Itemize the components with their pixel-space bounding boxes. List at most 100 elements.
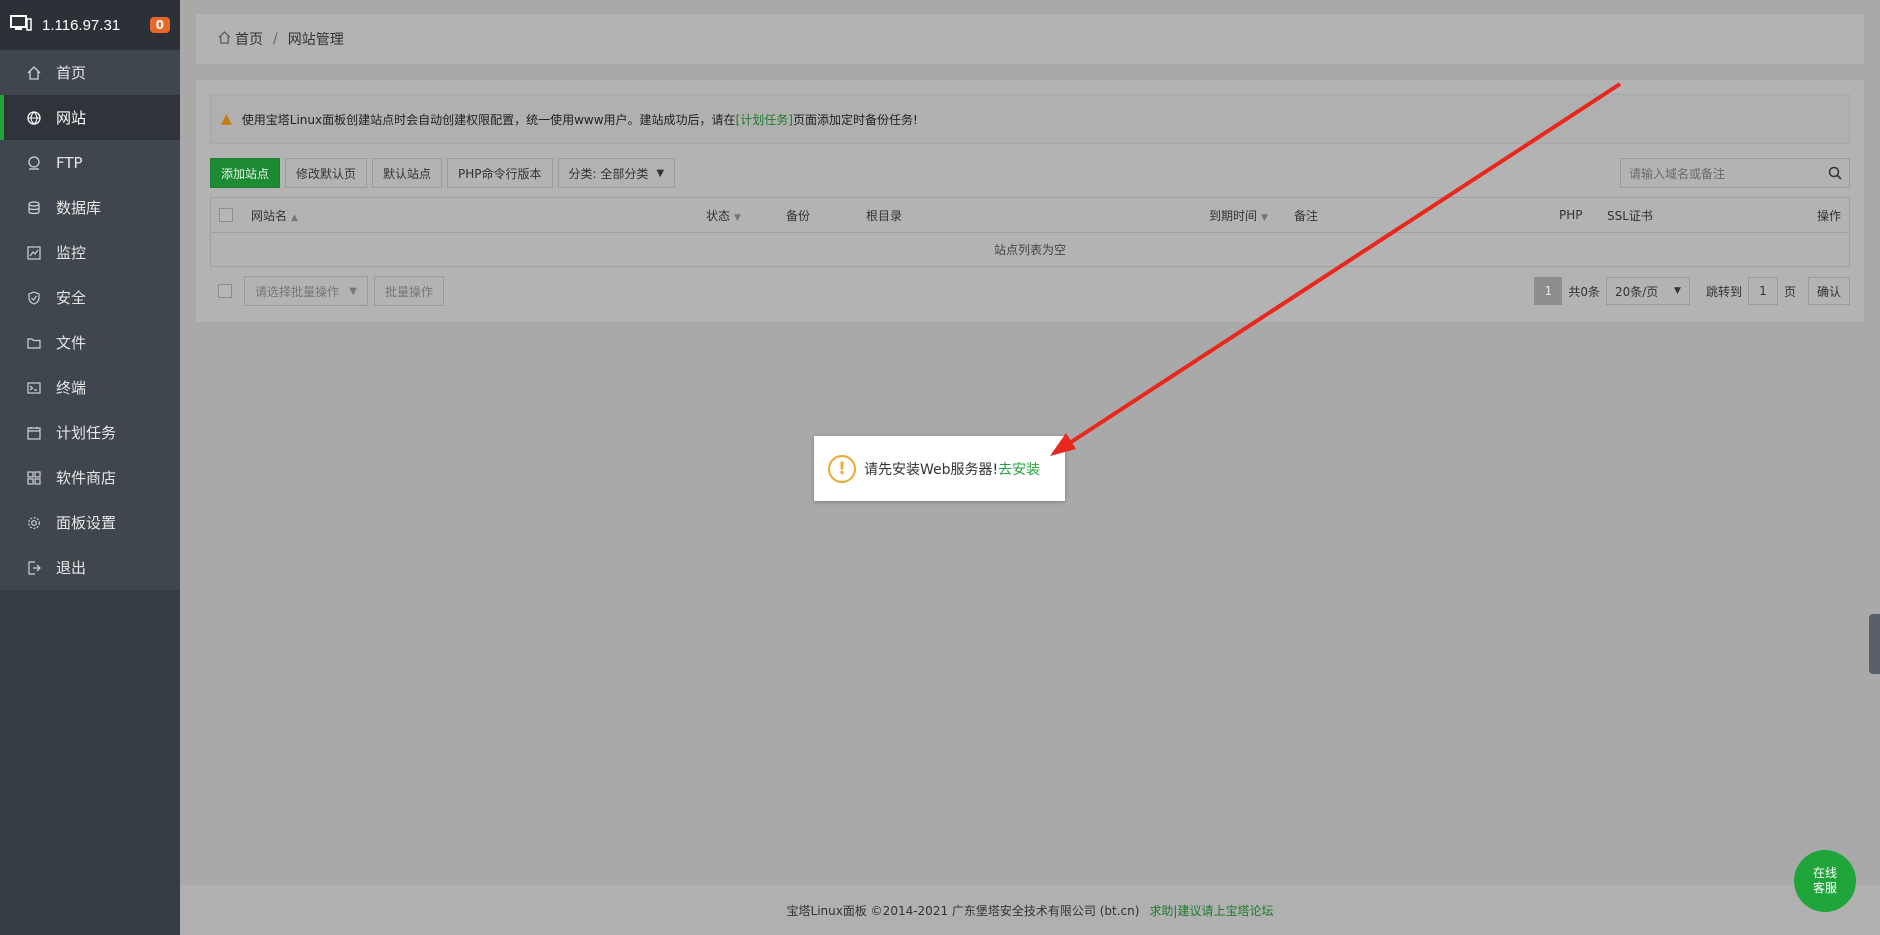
online-support-button[interactable]: 在线 客服 [1794,850,1856,912]
copyright-text: 宝塔Linux面板 ©2014-2021 广东堡塔安全技术有限公司 (bt.cn… [786,903,1140,918]
col-action: 操作 [1816,208,1841,223]
jump-page-input[interactable]: 1 [1747,277,1778,305]
gear-icon [26,515,42,531]
terminal-icon [26,380,42,396]
batch-action-button[interactable]: 批量操作 [374,276,445,306]
toast-message: 请先安装Web服务器! [864,461,999,478]
nav-item-ftp[interactable]: FTP [0,140,180,185]
nav-item-terminal[interactable]: 终端 [0,365,180,410]
breadcrumb: 首页 / 网站管理 [196,14,1864,64]
caret-down-icon: ▼ [1674,286,1681,296]
nav-item-app-store[interactable]: 软件商店 [0,455,180,500]
col-status[interactable]: 状态 ▼ [706,207,741,224]
notice-text: 使用宝塔Linux面板创建站点时会自动创建权限配置，统一使用www用户。建站成功… [241,112,736,127]
nav-item-monitor[interactable]: 监控 [0,230,180,275]
nav-item-panel-settings[interactable]: 面板设置 [0,500,180,545]
notice-bar: ▲ 使用宝塔Linux面板创建站点时会自动创建权限配置，统一使用www用户。建站… [210,94,1850,144]
nav-item-label: 终端 [56,379,87,397]
side-drawer-handle[interactable] [1869,614,1880,674]
nav-item-label: 首页 [56,64,87,82]
server-ip: 1.116.97.31 [42,16,121,34]
install-web-server-toast: ! 请先安装Web服务器! 去安装 [814,436,1065,501]
pagination: 1 共0条 20条/页 ▼ 跳转到 1 页 确认 [1534,276,1850,306]
nav-item-label: 监控 [56,244,87,262]
nav-item-label: 面板设置 [56,514,117,532]
page-current[interactable]: 1 [1534,277,1563,305]
nav-item-security[interactable]: 安全 [0,275,180,320]
folder-icon [26,335,42,351]
monitor-icon [26,245,42,261]
sort-icon: ▼ [1261,212,1268,223]
nav-item-logout[interactable]: 退出 [0,545,180,590]
nav-item-label: FTP [56,153,83,172]
database-icon [26,200,42,216]
table-footer: 请选择批量操作 ▼ 批量操作 1 共0条 20条/页 ▼ 跳转到 1 页 确认 [210,276,1850,306]
php-cli-version-button[interactable]: PHP命令行版本 [447,158,553,188]
category-select-value: 分类: 全部分类 [568,166,649,181]
ftp-icon [26,155,42,171]
col-name[interactable]: 网站名 ▲ [251,207,298,224]
col-remark: 备注 [1294,208,1319,223]
chat-label-line2: 客服 [1812,881,1837,895]
table-header: 网站名 ▲ 状态 ▼ 备份 根目录 到期时间 ▼ 备注 PHP SSL证书 操作 [211,198,1849,233]
select-all-checkbox[interactable] [219,208,233,222]
calendar-icon [26,425,42,441]
nav-item-label: 软件商店 [56,469,117,487]
sidebar: 1.116.97.31 0 首页 网站 FTP 数据库 监控 安全 文件 终端 … [0,0,180,935]
per-page-select[interactable]: 20条/页 ▼ [1605,277,1690,305]
forum-link[interactable]: 求助|建议请上宝塔论坛 [1149,902,1273,919]
add-site-button[interactable]: 添加站点 [210,158,281,188]
site-panel: ▲ 使用宝塔Linux面板创建站点时会自动创建权限配置，统一使用www用户。建站… [196,80,1864,322]
nav-item-website[interactable]: 网站 [0,95,180,140]
exclamation-icon: ! [828,454,856,483]
col-php: PHP [1559,208,1583,222]
batch-select-checkbox[interactable] [218,284,232,298]
col-expire-label: 到期时间 [1209,208,1258,223]
nav-item-label: 计划任务 [56,424,117,442]
batch-select-placeholder: 请选择批量操作 [255,284,340,299]
col-expire[interactable]: 到期时间 ▼ [1209,207,1268,224]
nav-item-home[interactable]: 首页 [0,50,180,95]
modify-default-page-button[interactable]: 修改默认页 [285,158,368,188]
breadcrumb-current: 网站管理 [287,32,344,48]
page-footer: 宝塔Linux面板 ©2014-2021 广东堡塔安全技术有限公司 (bt.cn… [180,885,1880,935]
nav-list: 首页 网站 FTP 数据库 监控 安全 文件 终端 计划任务 软件商店 面板设置… [0,50,180,590]
nav-item-database[interactable]: 数据库 [0,185,180,230]
apps-icon [26,470,42,486]
breadcrumb-home[interactable]: 首页 [235,29,263,49]
col-root: 根目录 [866,208,903,223]
nav-item-label: 网站 [56,109,87,127]
empty-row: 站点列表为空 [993,243,1066,257]
chat-label-line1: 在线 [1812,866,1837,880]
breadcrumb-separator: / [273,31,278,47]
col-backup: 备份 [786,208,811,223]
search-icon[interactable] [1821,166,1849,180]
search-box[interactable]: 请输入域名或备注 [1620,158,1850,188]
site-table: 网站名 ▲ 状态 ▼ 备份 根目录 到期时间 ▼ 备注 PHP SSL证书 操作 站点… [210,197,1850,267]
server-header: 1.116.97.31 0 [0,0,180,50]
message-badge[interactable]: 0 [149,17,170,33]
warning-icon: ▲ [221,111,232,127]
home-icon [218,30,231,48]
nav-item-label: 退出 [56,559,87,577]
toolbar: 添加站点 修改默认页 默认站点 PHP命令行版本 分类: 全部分类 ▼ [210,158,676,188]
cron-link[interactable]: [计划任务] [736,111,793,128]
go-install-link[interactable]: 去安装 [998,459,1040,479]
col-status-label: 状态 [706,208,731,223]
caret-down-icon: ▼ [349,285,357,297]
page-unit-label: 页 [1783,284,1796,299]
nav-item-files[interactable]: 文件 [0,320,180,365]
batch-select[interactable]: 请选择批量操作 ▼ [244,276,368,306]
col-name-label: 网站名 [251,208,288,223]
jump-to-label: 跳转到 [1705,284,1742,299]
sort-asc-icon: ▲ [291,212,298,223]
search-input[interactable]: 请输入域名或备注 [1621,165,1821,182]
page-total: 共0条 [1568,284,1600,299]
notice-text-after: 页面添加定时备份任务! [792,112,918,127]
nav-item-cron[interactable]: 计划任务 [0,410,180,455]
category-select[interactable]: 分类: 全部分类 ▼ [557,158,676,188]
jump-confirm-button[interactable]: 确认 [1807,277,1850,305]
default-site-button[interactable]: 默认站点 [372,158,443,188]
globe-icon [26,110,42,126]
nav-item-label: 文件 [56,334,87,352]
